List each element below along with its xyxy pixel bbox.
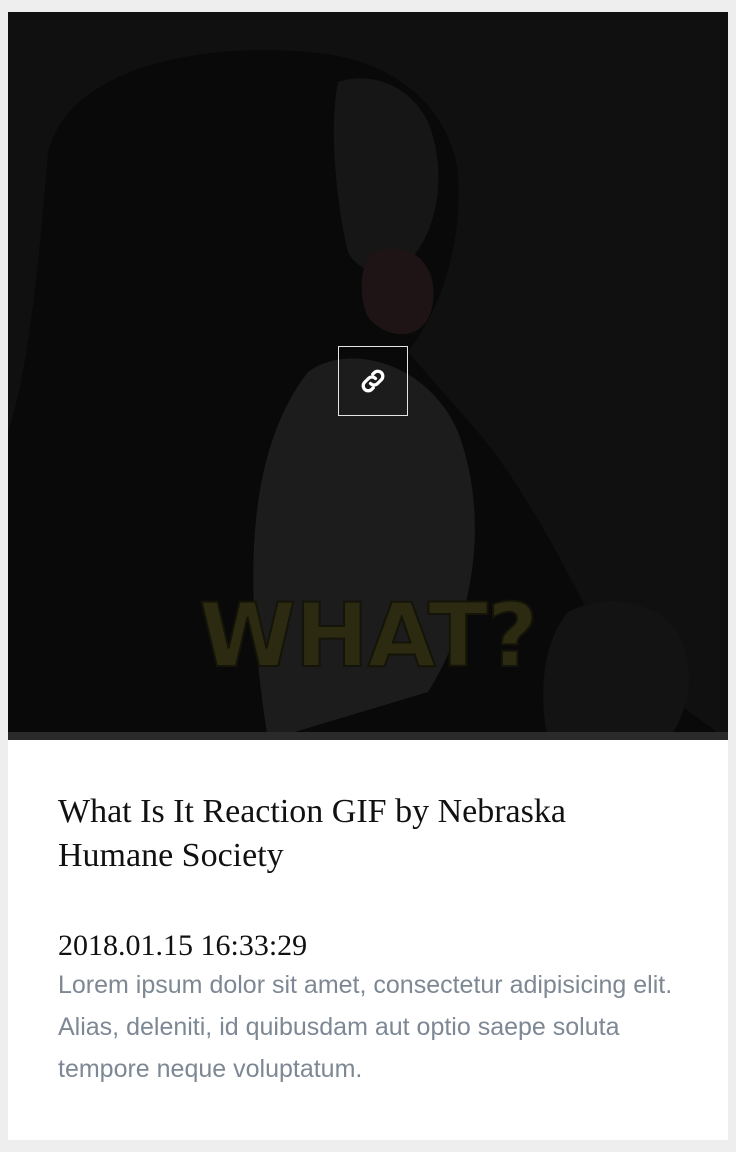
post-description: Lorem ipsum dolor sit amet, consectetur … (58, 971, 673, 1083)
post-date: 2018.01.15 16:33:29 (58, 929, 308, 962)
post-title[interactable]: What Is It Reaction GIF by Nebraska Huma… (58, 790, 658, 878)
post-image[interactable]: WHAT? (8, 12, 728, 740)
gif-caption-text: WHAT? (198, 583, 539, 688)
link-button[interactable] (338, 346, 408, 416)
post-card: WHAT? What Is It Reaction GIF by Nebrask… (8, 12, 728, 1140)
image-bottom-strip (8, 732, 728, 740)
link-icon (361, 369, 385, 393)
